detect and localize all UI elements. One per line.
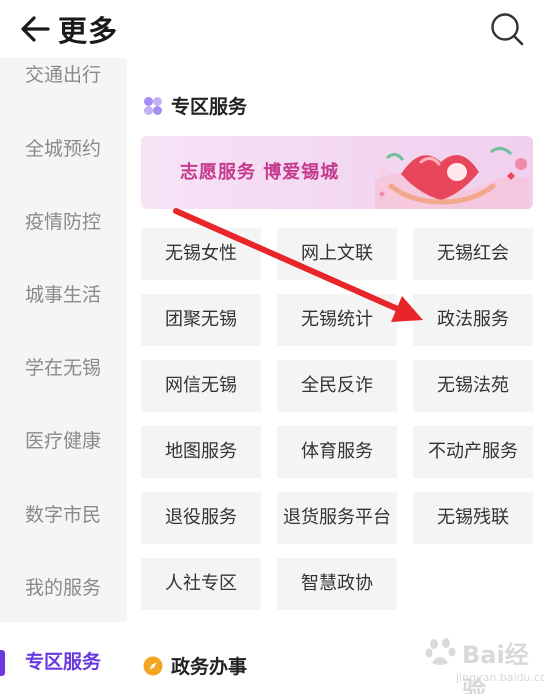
sidebar: 交通出行 全城预约 疫情防控 城事生活 学在无锡 医疗健康 数字市民 我的服务 …: [0, 58, 127, 694]
service-smart-cppcc[interactable]: 智慧政协: [277, 558, 397, 610]
sidebar-item-health[interactable]: 医疗健康: [0, 421, 127, 461]
sidebar-item-digital-citizen[interactable]: 数字市民: [0, 495, 127, 535]
section-header-government: 政务办事: [143, 652, 247, 679]
sidebar-item-booking[interactable]: 全城预约: [0, 129, 127, 169]
service-reunion-wuxi[interactable]: 团聚无锡: [141, 294, 261, 346]
service-veterans[interactable]: 退役服务: [141, 492, 261, 544]
sidebar-item-special-zone[interactable]: 专区服务: [0, 642, 127, 682]
grid-icon: [144, 96, 162, 115]
service-wuxi-red-cross[interactable]: 无锡红会: [413, 228, 533, 280]
service-cyber-wuxi[interactable]: 网信无锡: [141, 360, 261, 412]
sidebar-item-city-life[interactable]: 城事生活: [0, 275, 127, 315]
sidebar-item-epidemic[interactable]: 疫情防控: [0, 202, 127, 242]
page-title: 更多: [58, 14, 119, 48]
watermark-sub: jingyan.baidu.com: [456, 671, 544, 684]
section-title: 专区服务: [171, 96, 248, 118]
search-icon[interactable]: [488, 10, 526, 48]
service-disabled-federation[interactable]: 无锡残联: [413, 492, 533, 544]
section-header-special: 专区服务: [143, 92, 247, 119]
service-real-estate[interactable]: 不动产服务: [413, 426, 533, 478]
watermark-text: Bai经验: [462, 641, 529, 694]
sidebar-item-traffic[interactable]: 交通出行: [0, 58, 127, 95]
paw-icon: [425, 638, 456, 665]
sidebar-item-my-services[interactable]: 我的服务: [0, 568, 127, 608]
service-wuxi-statistics[interactable]: 无锡统计: [277, 294, 397, 346]
service-wuxi-court[interactable]: 无锡法苑: [413, 360, 533, 412]
baidu-watermark: Bai经验 jingyan.baidu.com: [404, 633, 544, 694]
section-title: 政务办事: [171, 656, 248, 678]
volunteer-banner[interactable]: 志愿服务 博爱锡城: [141, 136, 533, 209]
service-legal-affairs[interactable]: 政法服务: [413, 294, 533, 346]
heart-in-hands-illustration: [375, 147, 529, 209]
service-sports[interactable]: 体育服务: [277, 426, 397, 478]
service-social-security[interactable]: 人社专区: [141, 558, 261, 610]
service-wuxi-women[interactable]: 无锡女性: [141, 228, 261, 280]
service-anti-fraud[interactable]: 全民反诈: [277, 360, 397, 412]
service-returns-platform[interactable]: 退货服务平台: [277, 492, 397, 544]
arrow-left-icon[interactable]: [18, 12, 52, 46]
service-online-arts[interactable]: 网上文联: [277, 228, 397, 280]
sidebar-item-education[interactable]: 学在无锡: [0, 348, 127, 388]
app-header: 更多: [0, 0, 544, 58]
compass-icon: [143, 656, 163, 675]
service-map[interactable]: 地图服务: [141, 426, 261, 478]
banner-text: 志愿服务 博爱锡城: [180, 162, 340, 183]
main-content: 专区服务 志愿服务 博爱锡城 无锡女性 网上文联 无锡红会 团聚无锡 无锡统计 …: [127, 58, 544, 694]
